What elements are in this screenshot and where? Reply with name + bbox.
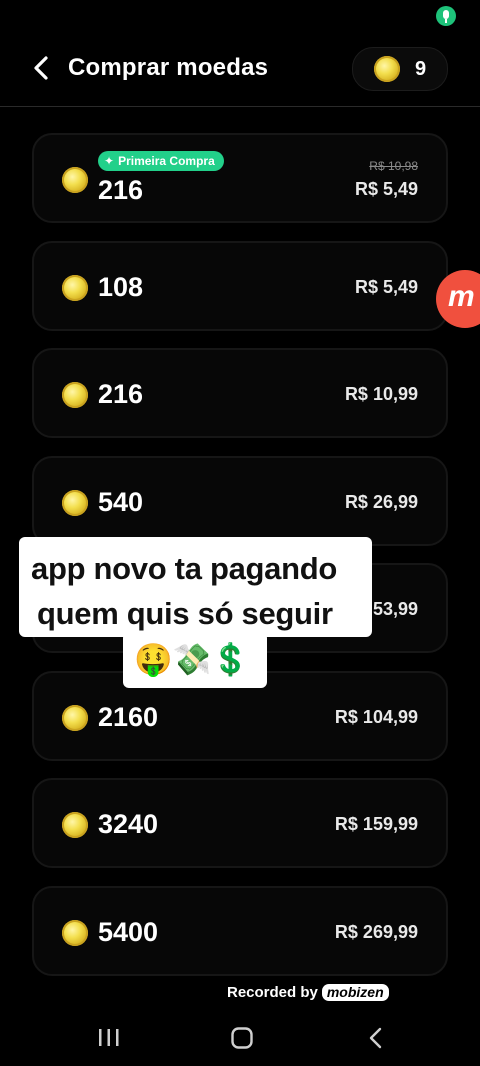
recording-watermark: Recorded by mobizen (227, 984, 389, 1001)
package-price: R$ 26,99 (344, 492, 418, 512)
coin-amount: 108 (98, 272, 144, 302)
watermark-text: Recorded by (227, 984, 318, 1001)
chevron-left-icon (34, 56, 48, 80)
coin-icon (374, 56, 400, 82)
coin-icon (62, 705, 88, 731)
old-price: R$ 10,98 (369, 159, 418, 173)
package-card[interactable]: ✦ Primeira Compra 216 R$ 10,98 R$ 5,49 (32, 133, 448, 223)
coin-amount: 216 (98, 175, 144, 205)
coin-icon (62, 490, 88, 516)
package-price: R$ 10,99 (344, 384, 418, 404)
page-title: Comprar moedas (68, 54, 269, 81)
package-card[interactable]: 108 R$ 5,49 (32, 241, 448, 331)
caption-line: app novo ta pagando (31, 551, 338, 586)
coin-balance: 9 (352, 47, 448, 91)
first-purchase-badge: ✦ Primeira Compra (98, 151, 224, 171)
sparkle-icon: ✦ (104, 154, 115, 168)
mic-icon (436, 6, 456, 26)
coin-icon (62, 275, 88, 301)
caption-line: quem quis só seguir (37, 596, 333, 631)
package-card[interactable]: 216 R$ 10,99 (32, 348, 448, 438)
package-price: R$ 5,49 (354, 179, 418, 199)
package-price: R$ 104,99 (334, 707, 418, 727)
back-button[interactable] (26, 48, 60, 88)
package-card[interactable]: 5400 R$ 269,99 (32, 886, 448, 976)
status-bar (0, 0, 480, 34)
header: Comprar moedas 9 (0, 34, 480, 107)
coin-amount: 216 (98, 379, 144, 409)
navigation-bar (0, 1010, 480, 1066)
coin-icon (62, 920, 88, 946)
coin-amount: 2160 (98, 702, 159, 732)
coin-amount: 540 (98, 487, 144, 517)
package-price: R$ 5,49 (354, 277, 418, 297)
balance-value: 9 (415, 58, 427, 80)
coin-amount: 5400 (98, 917, 159, 947)
back-icon (369, 1027, 382, 1049)
recorder-letter: m (448, 280, 475, 313)
package-price: 53,99 (372, 599, 418, 619)
mobizen-logo: mobizen (321, 984, 389, 1001)
coin-icon (62, 167, 88, 193)
home-button[interactable] (230, 1026, 254, 1055)
home-icon (231, 1027, 253, 1049)
system-back-button[interactable] (366, 1026, 386, 1055)
package-card[interactable]: 540 R$ 26,99 (32, 456, 448, 546)
coin-icon (62, 812, 88, 838)
package-price: R$ 159,99 (334, 814, 418, 834)
badge-label: Primeira Compra (118, 154, 215, 168)
caption-emoji: 🤑💸💲 (134, 642, 250, 678)
package-price: R$ 269,99 (334, 922, 418, 942)
recents-icon (99, 1029, 119, 1046)
package-card[interactable]: 3240 R$ 159,99 (32, 778, 448, 868)
coin-icon (62, 382, 88, 408)
coin-amount: 3240 (98, 809, 159, 839)
recents-button[interactable] (98, 1026, 120, 1055)
